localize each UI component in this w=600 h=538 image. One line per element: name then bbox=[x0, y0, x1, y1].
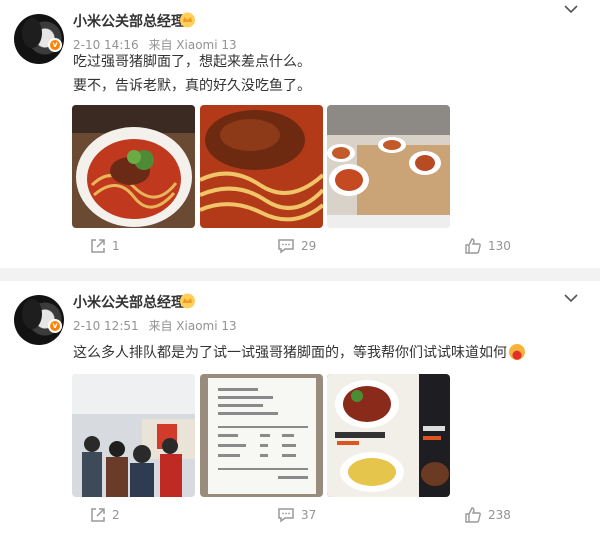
comment-icon bbox=[278, 239, 294, 254]
post-actions: 1 29 130 bbox=[0, 234, 600, 264]
repost-count: 1 bbox=[112, 239, 120, 253]
receipt-photo[interactable] bbox=[200, 374, 323, 497]
post-text-line: 吃过强哥猪脚面了，想起来差点什么。 bbox=[73, 54, 311, 70]
author-name[interactable]: 小米公关部总经理 bbox=[73, 11, 185, 31]
verified-badge-icon: v bbox=[48, 38, 62, 52]
verified-badge-icon: v bbox=[48, 319, 62, 333]
chevron-down-icon[interactable] bbox=[564, 293, 578, 303]
like-count: 238 bbox=[488, 508, 511, 522]
repost-icon bbox=[91, 239, 105, 253]
member-crown-icon bbox=[180, 12, 195, 28]
repost-button[interactable]: 1 bbox=[90, 238, 120, 254]
post-text-line: 要不，告诉老默，真的好久没吃鱼了。 bbox=[73, 78, 311, 94]
comment-button[interactable]: 37 bbox=[277, 507, 316, 523]
post-source: 来自 Xiaomi 13 bbox=[148, 38, 237, 52]
like-button[interactable]: 238 bbox=[464, 507, 511, 523]
post-meta: 2-10 12:51 来自 Xiaomi 13 bbox=[73, 317, 243, 334]
post-time[interactable]: 2-10 14:16 bbox=[73, 38, 139, 52]
pork-knuckle-closeup-photo[interactable] bbox=[200, 105, 323, 228]
author-name[interactable]: 小米公关部总经理 bbox=[73, 292, 185, 312]
weibo-post: v 小米公关部总经理 2-10 14:16 来自 Xiaomi 13 吃过强哥猪… bbox=[0, 0, 600, 268]
queue-at-canteen-photo[interactable] bbox=[72, 374, 195, 497]
comment-count: 37 bbox=[301, 508, 317, 522]
repost-button[interactable]: 2 bbox=[90, 507, 120, 523]
like-button[interactable]: 130 bbox=[464, 238, 511, 254]
weibo-post: v 小米公关部总经理 2-10 12:51 来自 Xiaomi 13 这么多人排… bbox=[0, 281, 600, 538]
post-text: 这么多人排队都是为了试一试强哥猪脚面的，等我帮你们试试味道如何 bbox=[73, 343, 525, 363]
thumbs-up-icon bbox=[465, 238, 481, 254]
post-text-line: 这么多人排队都是为了试一试强哥猪脚面的，等我帮你们试试味道如何 bbox=[73, 345, 507, 361]
post-source: 来自 Xiaomi 13 bbox=[148, 319, 237, 333]
chevron-down-icon[interactable] bbox=[564, 4, 578, 14]
menu-board-photo[interactable] bbox=[327, 374, 450, 497]
comment-count: 29 bbox=[301, 239, 317, 253]
member-crown-icon bbox=[180, 293, 195, 309]
comment-button[interactable]: 29 bbox=[277, 238, 316, 254]
noodle-bowl-photo[interactable] bbox=[72, 105, 195, 228]
repost-count: 2 bbox=[112, 508, 120, 522]
thumbs-up-icon bbox=[465, 507, 481, 523]
comment-icon bbox=[278, 508, 294, 523]
canteen-table-photo[interactable] bbox=[327, 105, 450, 228]
like-count: 130 bbox=[488, 239, 511, 253]
post-actions: 2 37 238 bbox=[0, 503, 600, 533]
drooling-emoji-icon bbox=[509, 344, 525, 360]
post-time[interactable]: 2-10 12:51 bbox=[73, 319, 139, 333]
repost-icon bbox=[91, 508, 105, 522]
post-meta: 2-10 14:16 来自 Xiaomi 13 bbox=[73, 36, 243, 53]
